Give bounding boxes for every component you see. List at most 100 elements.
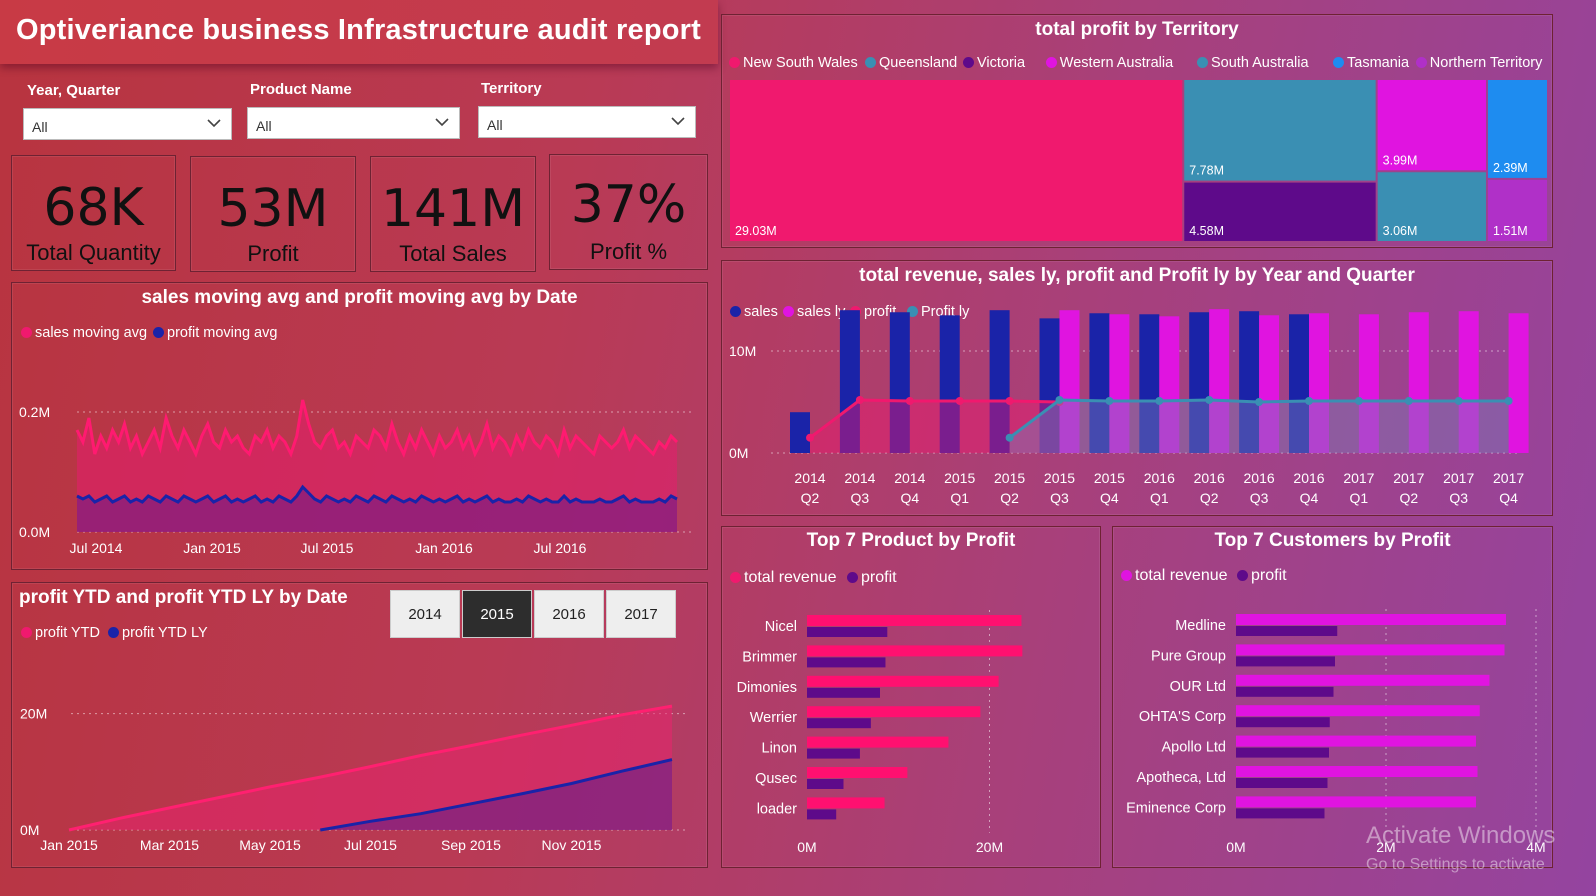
year-button-2016[interactable]: 2016 <box>534 590 604 638</box>
chevron-down-icon <box>435 118 449 127</box>
kpi-value: 37% <box>570 175 687 235</box>
x-tick-label: May 2015 <box>239 837 301 853</box>
x-tick-label: 20M <box>976 839 1003 855</box>
y-tick-label: 20M <box>20 706 47 722</box>
x-tick-label: 2015 <box>994 470 1025 486</box>
x-tick-label: Jan 2015 <box>183 540 241 556</box>
total-revenue-bar <box>1236 735 1476 747</box>
x-tick-label: Q1 <box>1350 490 1369 506</box>
kpi-label: Total Quantity <box>26 240 161 265</box>
total-revenue-bar <box>807 615 1022 626</box>
treemap-label: 29.03M <box>735 224 777 238</box>
profit-bar <box>807 779 844 789</box>
year-button-2014[interactable]: 2014 <box>390 590 460 638</box>
category-label: Werrier <box>750 710 797 726</box>
treemap-label: 1.51M <box>1493 224 1528 238</box>
activate-windows-watermark: Activate Windows <box>1366 822 1556 849</box>
x-tick-label: 2014 <box>894 470 925 486</box>
total-revenue-bar <box>807 645 1023 657</box>
category-label: Nicel <box>765 619 797 635</box>
y-tick-label: 0.0M <box>19 524 50 540</box>
x-tick-label: 2017 <box>1393 470 1424 486</box>
profit-ly-point <box>1005 433 1014 442</box>
total-revenue-bar <box>1236 614 1506 625</box>
profit-bar <box>1236 626 1338 636</box>
x-tick-label: Q3 <box>1250 490 1269 506</box>
x-tick-label: 0M <box>797 839 816 855</box>
treemap-label: 3.06M <box>1383 224 1418 238</box>
x-tick-label: Q4 <box>1499 490 1518 506</box>
y-tick-label: 0.2M <box>19 404 50 420</box>
x-tick-label: 0M <box>1226 839 1245 855</box>
profit-ly-point <box>1454 396 1463 405</box>
x-tick-label: Q2 <box>1399 490 1418 506</box>
profit-ly-point <box>1105 396 1114 405</box>
slicer-label-territory: Territory <box>481 80 542 97</box>
x-tick-label: Q1 <box>1150 490 1169 506</box>
x-tick-label: 2014 <box>844 470 875 486</box>
category-label: Eminence Corp <box>1126 800 1226 816</box>
treemap-tile <box>730 80 1183 241</box>
x-tick-label: 2015 <box>944 470 975 486</box>
report-title-banner: Optiveriance business Infrastructure aud… <box>0 0 718 64</box>
profit-ly-point <box>1504 396 1513 405</box>
category-label: Apollo Ltd <box>1162 740 1227 756</box>
year-quarter-dropdown[interactable]: All <box>23 108 232 140</box>
top-customers-chart: 0M 2M 4MMedlinePure GroupOUR LtdOHTA'S Cor… <box>1126 609 1546 855</box>
category-label: Pure Group <box>1151 648 1226 664</box>
slicer-label-product-name: Product Name <box>250 81 352 98</box>
profit-bar <box>807 748 860 759</box>
kpi-card-total-quantity: 68K Total Quantity <box>11 155 176 271</box>
product-name-value: All <box>256 118 272 134</box>
x-tick-label: Jul 2015 <box>301 540 354 556</box>
category-label: loader <box>757 801 797 817</box>
x-tick-label: 2015 <box>1094 470 1125 486</box>
chevron-down-icon <box>671 117 685 126</box>
x-tick-label: Sep 2015 <box>441 837 501 853</box>
year-button-2015[interactable]: 2015 <box>462 590 532 638</box>
profit-bar <box>807 627 888 637</box>
product-name-dropdown[interactable]: All <box>247 107 460 139</box>
profit-bar <box>1236 747 1329 758</box>
treemap-label: 2.39M <box>1493 161 1528 175</box>
x-tick-label: Q4 <box>1100 490 1119 506</box>
x-tick-label: 2017 <box>1343 470 1374 486</box>
treemap-label: 3.99M <box>1383 153 1418 167</box>
kpi-value: 53M <box>217 179 329 239</box>
profit-point <box>955 396 964 405</box>
year-quarter-value: All <box>32 119 48 135</box>
sales-ly-bar <box>1508 313 1529 453</box>
x-tick-label: 2017 <box>1493 470 1524 486</box>
kpi-card-profit: 53M Profit <box>190 156 356 272</box>
x-tick-label: Q2 <box>1000 490 1019 506</box>
x-tick-label: Q4 <box>900 490 919 506</box>
profit-point <box>905 396 914 405</box>
profit-ly-point <box>1305 396 1313 405</box>
kpi-label: Profit % <box>589 239 668 264</box>
x-tick-label: Jan 2016 <box>415 540 473 556</box>
profit-ly-point <box>1205 395 1214 404</box>
slicer-label-year-quarter: Year, Quarter <box>27 82 121 99</box>
x-tick-label: 2014 <box>794 470 825 486</box>
profit-ly-point <box>1354 396 1363 405</box>
category-label: OHTA'S Corp <box>1139 709 1226 725</box>
total-revenue-bar <box>1236 766 1478 777</box>
x-tick-label: Jul 2015 <box>344 837 397 853</box>
x-tick-label: 2016 <box>1293 470 1324 486</box>
total-revenue-bar <box>1236 644 1505 656</box>
territory-dropdown[interactable]: All <box>478 106 696 138</box>
x-tick-label: 2016 <box>1194 470 1225 486</box>
x-tick-label: 2015 <box>1044 470 1075 486</box>
kpi-label: Profit <box>247 241 299 266</box>
profit-ly-point <box>1155 396 1164 405</box>
category-label: Brimmer <box>742 649 797 665</box>
moving-avg-chart: 0.0M 0.2M Jul 2014 Jan 2015 Jul 2015 Jan 2016… <box>19 399 691 556</box>
x-tick-label: Q2 <box>1200 490 1219 506</box>
territory-value: All <box>487 117 503 133</box>
x-tick-label: 2017 <box>1443 470 1474 486</box>
sales-bar <box>790 412 810 453</box>
x-tick-label: Q3 <box>1449 490 1468 506</box>
year-button-2017[interactable]: 2017 <box>606 590 676 638</box>
x-tick-label: Q3 <box>851 490 870 506</box>
category-label: Qusec <box>755 771 797 787</box>
